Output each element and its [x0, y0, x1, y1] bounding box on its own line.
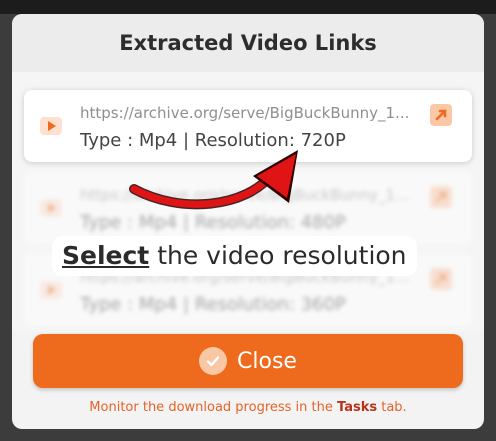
video-link-item[interactable]: https://archive.org/serve/BigBuckBunny_1… [24, 90, 472, 162]
open-external-icon[interactable] [430, 268, 452, 290]
video-details: Type : Mp4 | Resolution: 360P [80, 294, 346, 315]
callout-text: the video resolution [149, 241, 407, 270]
video-url: https://archive.org/serve/BigBuckBunny_1… [80, 186, 410, 204]
close-button-label: Close [237, 348, 297, 374]
download-progress-hint: Monitor the download progress in the Tas… [12, 400, 484, 415]
video-link-list: https://archive.org/serve/BigBuckBunny_1… [12, 72, 484, 332]
video-link-item[interactable]: https://archive.org/serve/BigBuckBunny_1… [24, 172, 472, 244]
hint-suffix: tab. [377, 400, 407, 415]
dialog-title: Extracted Video Links [12, 14, 484, 72]
tutorial-callout: Select the video resolution [52, 236, 417, 276]
video-details: Type : Mp4 | Resolution: 720P [80, 130, 346, 151]
video-play-icon [40, 117, 62, 135]
video-url: https://archive.org/serve/BigBuckBunny_1… [80, 104, 410, 122]
callout-emphasis: Select [62, 241, 150, 270]
tasks-tab-link[interactable]: Tasks [337, 400, 377, 415]
close-button[interactable]: Close [33, 334, 463, 388]
open-external-icon[interactable] [430, 186, 452, 208]
video-play-icon [40, 281, 62, 299]
video-details: Type : Mp4 | Resolution: 480P [80, 212, 346, 233]
extracted-links-dialog: Extracted Video Links https://archive.or… [12, 14, 484, 429]
hint-prefix: Monitor the download progress in the [89, 400, 338, 415]
open-external-icon[interactable] [430, 104, 452, 126]
check-circle-icon [199, 347, 228, 375]
video-play-icon [40, 199, 62, 217]
